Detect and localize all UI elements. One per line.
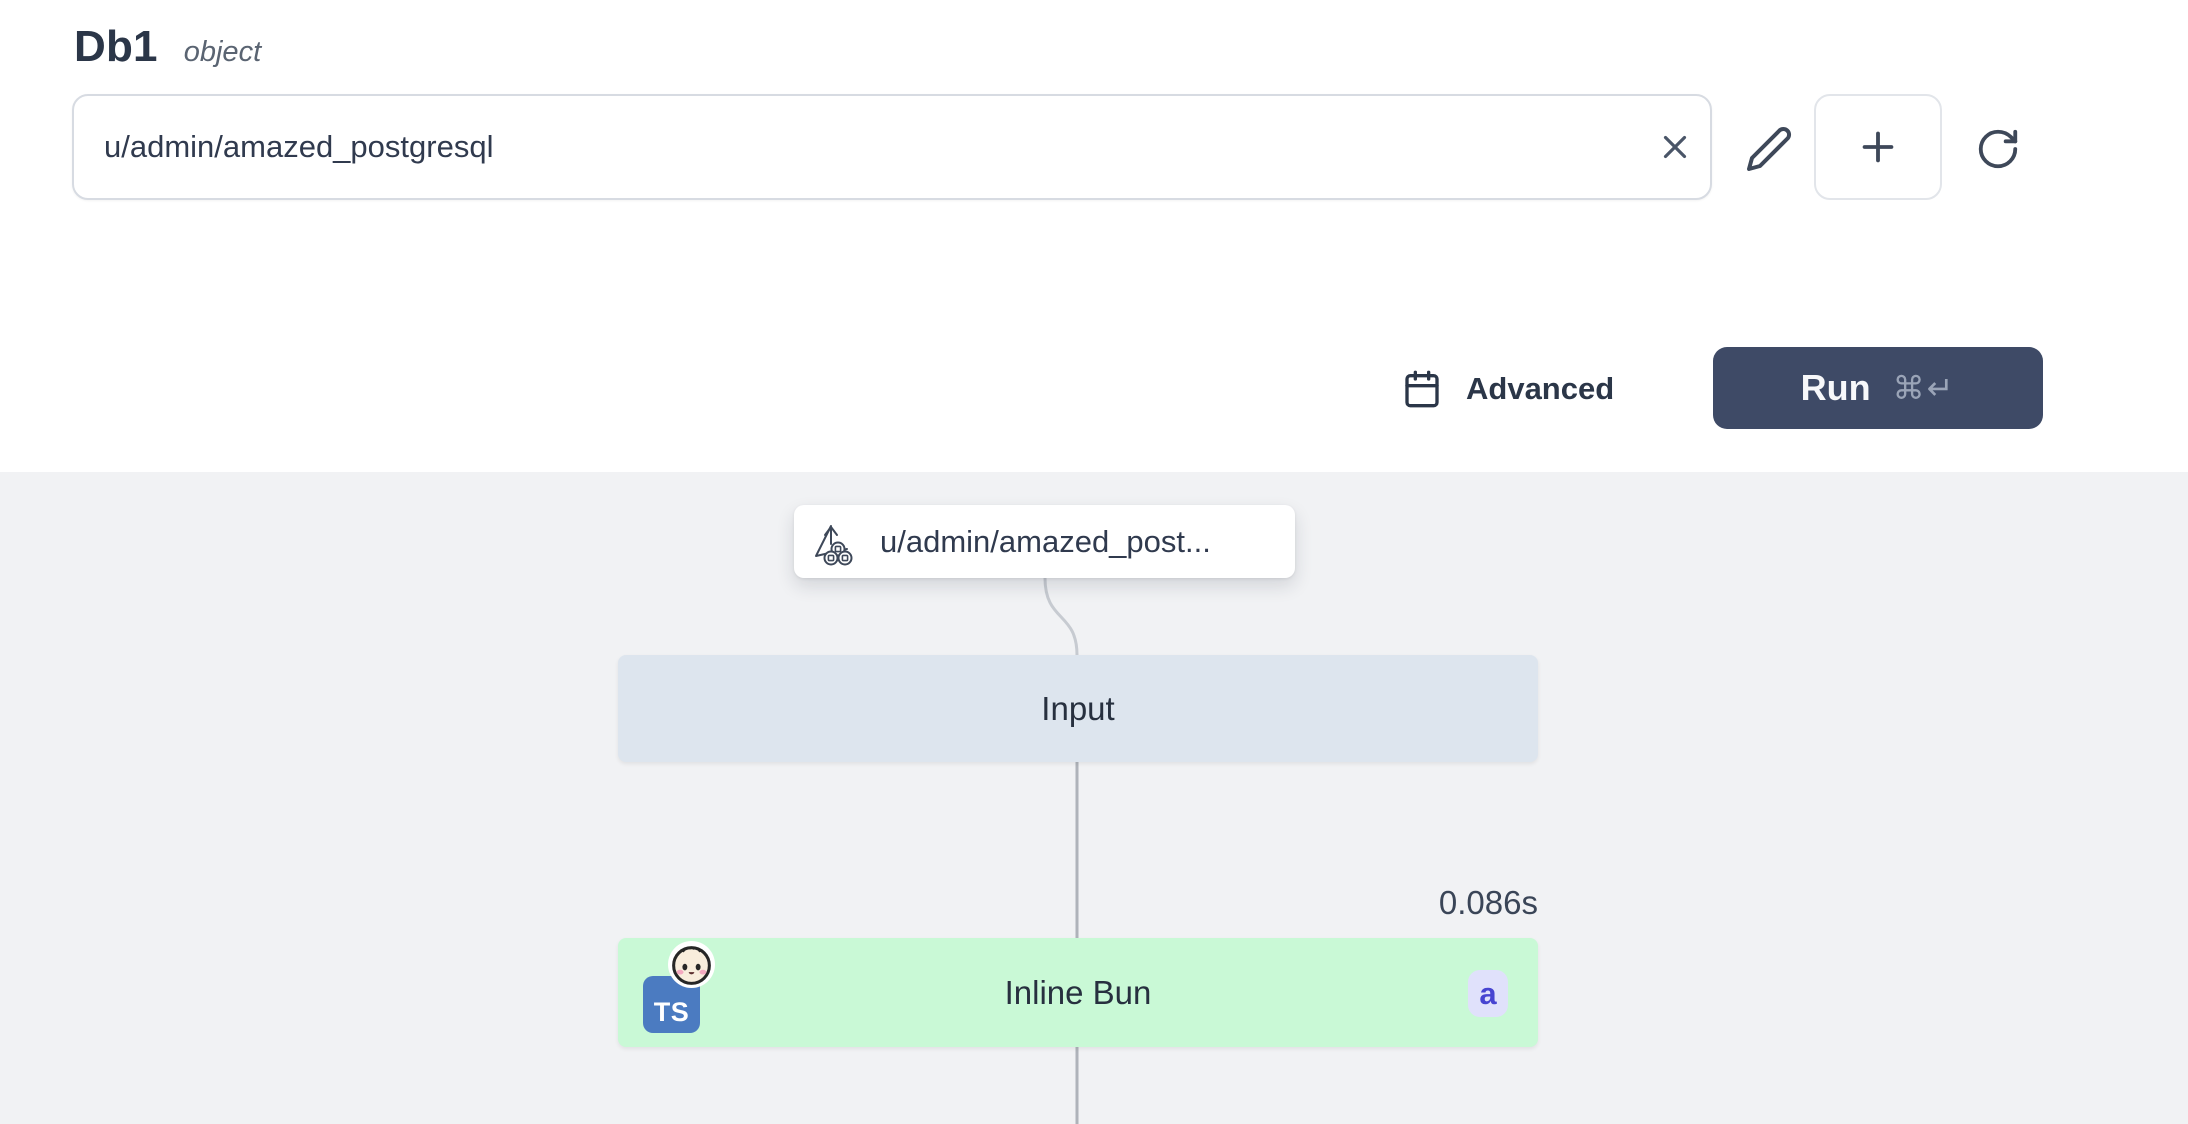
step-duration: 0.086s <box>1238 884 1538 922</box>
close-icon <box>1656 128 1694 166</box>
step-language-badge: TS <box>643 962 723 1042</box>
calendar-icon <box>1402 369 1442 409</box>
resource-node-label: u/admin/amazed_post... <box>880 524 1211 560</box>
add-resource-button[interactable] <box>1814 94 1942 200</box>
pencil-icon <box>1745 125 1793 173</box>
resource-path-field <box>72 94 1712 200</box>
resource-object-icon <box>810 518 858 566</box>
field-name-label: Db1 <box>74 22 158 72</box>
refresh-resource-button[interactable] <box>1968 118 2028 180</box>
field-header: Db1 object <box>74 22 261 72</box>
run-label: Run <box>1801 367 1871 409</box>
step-node-label: Inline Bun <box>1005 974 1152 1012</box>
bun-icon <box>667 940 716 989</box>
flow-test-panel: Db1 object Advanced <box>0 0 2188 1124</box>
resource-path-input[interactable] <box>74 96 1640 198</box>
input-node-label: Input <box>1041 690 1114 728</box>
advanced-label: Advanced <box>1466 371 1614 407</box>
typescript-icon-label: TS <box>654 997 690 1028</box>
clear-resource-button[interactable] <box>1640 96 1710 198</box>
edit-resource-button[interactable] <box>1738 116 1800 182</box>
run-shortcut-hint: ⌘↵ <box>1893 369 1956 407</box>
flow-graph-canvas: u/admin/amazed_post... Input 0.086s TS <box>0 472 2188 1124</box>
flow-input-node[interactable]: Input <box>618 655 1538 762</box>
field-type-label: object <box>184 36 261 69</box>
refresh-icon <box>1975 126 2021 172</box>
advanced-button[interactable]: Advanced <box>1402 362 1614 416</box>
plus-icon <box>1855 124 1901 170</box>
run-button[interactable]: Run ⌘↵ <box>1713 347 2043 429</box>
flow-resource-node[interactable]: u/admin/amazed_post... <box>794 505 1295 578</box>
step-id-badge: a <box>1468 970 1508 1017</box>
flow-step-node-inline-bun[interactable]: TS Inline Bun a <box>618 938 1538 1047</box>
